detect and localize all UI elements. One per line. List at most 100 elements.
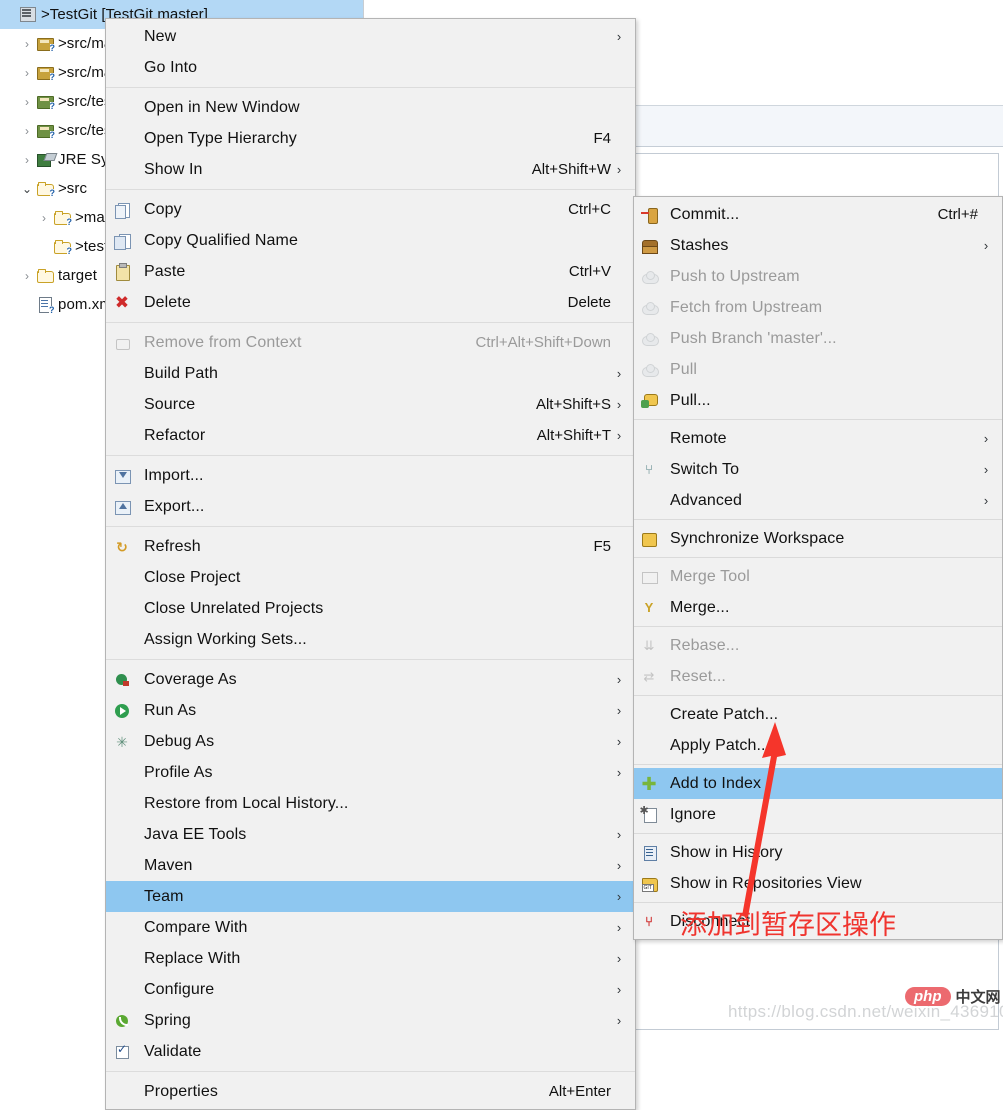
menu-item-import[interactable]: Import... xyxy=(106,460,635,491)
menu-item-accelerator: Ctrl+Alt+Shift+Down xyxy=(475,334,611,351)
chevron-right-icon[interactable]: › xyxy=(19,270,35,282)
menu-item-open-type-hierarchy[interactable]: Open Type Hierarchy F4 xyxy=(106,123,635,154)
menu-item-configure[interactable]: Configure › xyxy=(106,974,635,1005)
menu-item-show-in-history[interactable]: Show in History xyxy=(634,837,1002,868)
menu-item-label: Paste xyxy=(144,262,186,280)
fetch-cloud-icon xyxy=(634,299,664,317)
merge-tool-icon xyxy=(634,568,664,586)
chevron-right-icon: › xyxy=(616,858,622,873)
chevron-right-icon[interactable]: › xyxy=(19,96,35,108)
menu-icon-spacer xyxy=(106,950,138,968)
menu-item-label: Commit... xyxy=(670,205,740,223)
menu-item-assign-working-sets[interactable]: Assign Working Sets... xyxy=(106,624,635,655)
chevron-right-icon: › xyxy=(616,428,622,443)
jre-icon xyxy=(35,151,55,169)
delete-icon: ✖ xyxy=(114,292,130,312)
import-icon xyxy=(106,467,138,485)
menu-item-close-unrelated-projects[interactable]: Close Unrelated Projects xyxy=(106,593,635,624)
menu-item-label: Remote xyxy=(670,429,727,447)
menu-item-label: Maven xyxy=(144,856,193,874)
chevron-right-icon: › xyxy=(616,1013,622,1028)
menu-item-debug-as[interactable]: ✳ Debug As › xyxy=(106,726,635,757)
menu-separator xyxy=(106,455,635,456)
watermark-badge: php 中文网 xyxy=(905,986,1001,1007)
menu-item-new[interactable]: New › xyxy=(106,21,635,52)
menu-item-label: Compare With xyxy=(144,918,248,936)
chevron-right-icon[interactable]: › xyxy=(19,125,35,137)
team-submenu[interactable]: Commit... Ctrl+# Stashes › Push to Upstream F… xyxy=(633,196,1003,940)
chevron-right-icon: › xyxy=(616,29,622,44)
chevron-right-icon[interactable]: › xyxy=(19,38,35,50)
menu-item-label: Switch To xyxy=(670,460,740,478)
package-green-icon: ? xyxy=(35,93,55,111)
menu-item-go-into[interactable]: Go Into xyxy=(106,52,635,83)
menu-item-compare-with[interactable]: Compare With › xyxy=(106,912,635,943)
menu-item-synchronize-workspace[interactable]: Synchronize Workspace xyxy=(634,523,1002,554)
menu-item-copy-qualified-name[interactable]: Copy Qualified Name xyxy=(106,225,635,256)
folder-icon: ? xyxy=(35,180,55,198)
add-to-index-icon: ✚ xyxy=(641,773,657,794)
menu-item-show-in[interactable]: Show In Alt+Shift+W › xyxy=(106,154,635,185)
menu-item-copy[interactable]: Copy Ctrl+C xyxy=(106,194,635,225)
menu-item-export[interactable]: Export... xyxy=(106,491,635,522)
chevron-right-icon: › xyxy=(616,920,622,935)
menu-icon-spacer xyxy=(106,161,138,179)
menu-item-ignore[interactable]: Ignore xyxy=(634,799,1002,830)
chevron-right-icon: › xyxy=(983,431,989,446)
chevron-right-icon[interactable]: › xyxy=(19,67,35,79)
menu-item-commit[interactable]: Commit... Ctrl+# xyxy=(634,199,1002,230)
menu-item-create-patch[interactable]: Create Patch... xyxy=(634,699,1002,730)
menu-item-java-ee-tools[interactable]: Java EE Tools › xyxy=(106,819,635,850)
menu-item-label: Profile As xyxy=(144,763,213,781)
menu-item-refresh[interactable]: ↻ Refresh F5 xyxy=(106,531,635,562)
menu-item-spring[interactable]: Spring › xyxy=(106,1005,635,1036)
chevron-right-icon: › xyxy=(616,397,622,412)
menu-item-close-project[interactable]: Close Project xyxy=(106,562,635,593)
chevron-right-icon: › xyxy=(616,951,622,966)
menu-item-source[interactable]: Source Alt+Shift+S › xyxy=(106,389,635,420)
menu-item-open-in-new-window[interactable]: Open in New Window xyxy=(106,92,635,123)
menu-item-coverage-as[interactable]: Coverage As › xyxy=(106,664,635,695)
menu-item-paste[interactable]: Paste Ctrl+V xyxy=(106,256,635,287)
menu-item-build-path[interactable]: Build Path › xyxy=(106,358,635,389)
menu-item-merge[interactable]: Y Merge... xyxy=(634,592,1002,623)
chevron-right-icon: › xyxy=(616,672,622,687)
menu-item-label: Refresh xyxy=(144,537,201,555)
menu-item-advanced[interactable]: Advanced › xyxy=(634,485,1002,516)
refresh-icon: ↻ xyxy=(116,538,128,555)
menu-item-switch-to[interactable]: ⑂ Switch To › xyxy=(634,454,1002,485)
menu-item-push-branch-master: Push Branch 'master'... xyxy=(634,323,1002,354)
menu-item-team[interactable]: Team › xyxy=(106,881,635,912)
menu-item-refactor[interactable]: Refactor Alt+Shift+T › xyxy=(106,420,635,451)
menu-item-apply-patch[interactable]: Apply Patch... xyxy=(634,730,1002,761)
menu-icon-spacer xyxy=(106,857,138,875)
menu-separator xyxy=(634,695,1002,696)
menu-item-remote[interactable]: Remote › xyxy=(634,423,1002,454)
menu-item-delete[interactable]: ✖ Delete Delete xyxy=(106,287,635,318)
annotation-text: 添加到暂存区操作 xyxy=(680,910,896,941)
menu-item-show-in-repositories-view[interactable]: Show in Repositories View xyxy=(634,868,1002,899)
menu-item-stashes[interactable]: Stashes › xyxy=(634,230,1002,261)
menu-item-merge-tool: Merge Tool xyxy=(634,561,1002,592)
menu-item-pull[interactable]: Pull... xyxy=(634,385,1002,416)
menu-item-label: Refactor xyxy=(144,426,206,444)
chevron-right-icon[interactable]: › xyxy=(36,212,52,224)
menu-item-fetch-from-upstream: Fetch from Upstream xyxy=(634,292,1002,323)
menu-item-maven[interactable]: Maven › xyxy=(106,850,635,881)
chevron-down-icon[interactable]: ⌄ xyxy=(19,183,35,195)
project-context-menu[interactable]: New › Go Into Open in New Window Open Type H… xyxy=(105,18,636,1110)
chevron-right-icon[interactable]: › xyxy=(19,154,35,166)
menu-icon-spacer xyxy=(634,430,664,448)
menu-item-reset: ⇄ Reset... xyxy=(634,661,1002,692)
menu-item-add-to-index[interactable]: ✚ Add to Index xyxy=(634,768,1002,799)
menu-item-profile-as[interactable]: Profile As › xyxy=(106,757,635,788)
menu-item-accelerator: Alt+Shift+S xyxy=(535,396,611,413)
menu-item-validate[interactable]: Validate xyxy=(106,1036,635,1067)
menu-icon-spacer xyxy=(106,795,138,813)
menu-item-replace-with[interactable]: Replace With › xyxy=(106,943,635,974)
menu-item-properties[interactable]: Properties Alt+Enter xyxy=(106,1076,635,1107)
menu-item-run-as[interactable]: Run As › xyxy=(106,695,635,726)
tree-item-gt: > xyxy=(58,180,67,197)
menu-item-restore-from-local-history[interactable]: Restore from Local History... xyxy=(106,788,635,819)
menu-item-label: Copy Qualified Name xyxy=(144,231,298,249)
